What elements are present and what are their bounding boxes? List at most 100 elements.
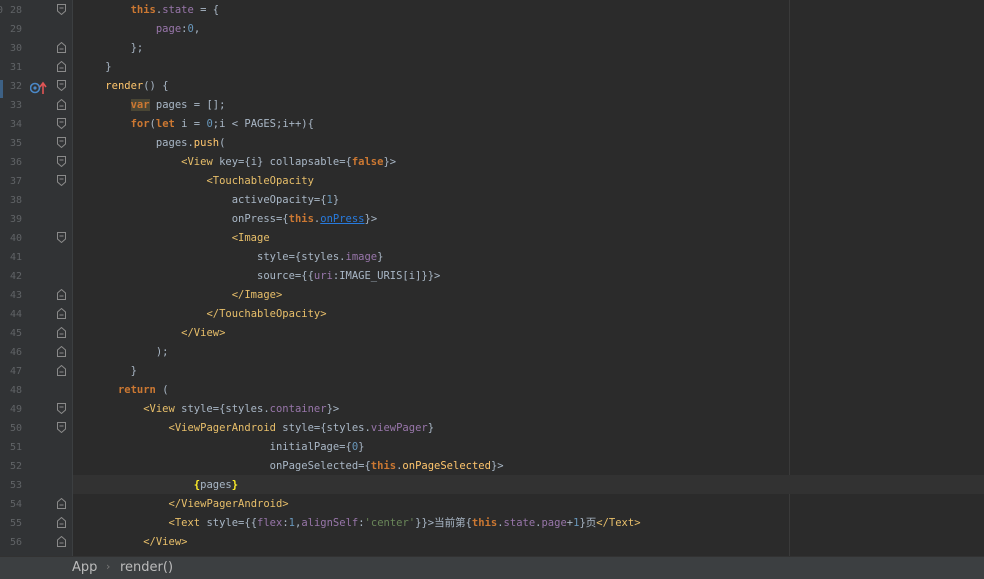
code-token: }>	[326, 403, 340, 415]
code-token: container	[269, 403, 327, 415]
line-number: 48	[9, 385, 22, 396]
code-token: = {	[193, 4, 220, 16]
code-line[interactable]: 37 <TouchableOpacity	[0, 172, 984, 191]
line-number: 32	[9, 81, 22, 92]
fold-open-icon[interactable]	[57, 137, 66, 148]
fold-open-icon[interactable]	[57, 156, 66, 167]
code-text: <ViewPagerAndroid style={styles.viewPage…	[80, 419, 435, 438]
code-token: var	[130, 99, 150, 111]
fold-close-icon[interactable]	[57, 346, 66, 357]
code-line[interactable]: 51 initialPage={0}	[0, 438, 984, 457]
code-token: :IMAGE_URIS[i]}}>	[332, 270, 441, 282]
code-token: pages = [];	[149, 99, 226, 111]
code-token: }页	[579, 517, 597, 529]
code-line[interactable]: 47 }	[0, 362, 984, 381]
code-line[interactable]: 41 style={styles.image}	[0, 248, 984, 267]
code-line[interactable]: 36 <View key={i} collapsable={false}>	[0, 153, 984, 172]
fold-close-icon[interactable]	[57, 61, 66, 72]
line-number: 47	[9, 366, 22, 377]
code-line[interactable]: 54 </ViewPagerAndroid>	[0, 495, 984, 514]
fold-open-icon[interactable]	[57, 422, 66, 433]
code-line[interactable]: 32 render() {	[0, 77, 984, 96]
line-number: 50	[9, 423, 22, 434]
code-line[interactable]: 44 </TouchableOpacity>	[0, 305, 984, 324]
code-token: this	[370, 460, 397, 472]
fold-close-icon[interactable]	[57, 365, 66, 376]
code-token: };	[80, 42, 144, 54]
fold-open-icon[interactable]	[57, 175, 66, 186]
code-line[interactable]: 34 for(let i = 0;i < PAGES;i++){	[0, 115, 984, 134]
code-text: <TouchableOpacity	[80, 172, 313, 191]
code-line[interactable]: 33 var pages = [];	[0, 96, 984, 115]
fold-close-icon[interactable]	[57, 327, 66, 338]
code-token: }	[427, 422, 435, 434]
code-token: );	[80, 346, 169, 358]
code-line[interactable]: 46 );	[0, 343, 984, 362]
code-line[interactable]: 29 page:0,	[0, 20, 984, 39]
breadcrumb-render[interactable]: render()	[120, 560, 173, 575]
line-number: 42	[9, 271, 22, 282]
code-text: this.state = {	[80, 1, 220, 20]
code-token: <Image	[231, 232, 270, 244]
code-line[interactable]: 30 };	[0, 39, 984, 58]
code-token: </View>	[181, 327, 226, 339]
fold-close-icon[interactable]	[57, 99, 66, 110]
breadcrumb-bar: App › render()	[0, 556, 984, 579]
fold-open-icon[interactable]	[57, 232, 66, 243]
line-number: 36	[9, 157, 22, 168]
code-line[interactable]: 45 </View>	[0, 324, 984, 343]
code-line[interactable]: 31 }	[0, 58, 984, 77]
code-line[interactable]: 55 <Text style={{flex:1,alignSelf:'cente…	[0, 514, 984, 533]
code-line[interactable]: 40 <Image	[0, 229, 984, 248]
code-token: }	[358, 441, 365, 453]
fold-open-icon[interactable]	[57, 403, 66, 414]
fold-open-icon[interactable]	[57, 118, 66, 129]
code-token: alignSelf	[301, 517, 359, 529]
fold-close-icon[interactable]	[57, 498, 66, 509]
code-line[interactable]: 42 source={{uri:IMAGE_URIS[i]}}>	[0, 267, 984, 286]
code-token: false	[351, 156, 384, 168]
code-line[interactable]: 49 <View style={styles.container}>	[0, 400, 984, 419]
line-number: 40	[9, 233, 22, 244]
code-editor[interactable]: 28 this.state = {29 page:0, 30 }; 31 } 32 r…	[0, 0, 984, 556]
code-line[interactable]: 53 {pages}	[0, 476, 984, 495]
fold-open-icon[interactable]	[57, 4, 66, 15]
code-line[interactable]: 39 onPress={this.onPress}>	[0, 210, 984, 229]
code-token: }	[231, 479, 239, 491]
line-number: 51	[9, 442, 22, 453]
code-line[interactable]: 48 return (	[0, 381, 984, 400]
line-number: 56	[9, 537, 22, 548]
code-line[interactable]: 38 activeOpacity={1}	[0, 191, 984, 210]
line-number: 46	[9, 347, 22, 358]
fold-open-icon[interactable]	[57, 80, 66, 91]
line-number: 41	[9, 252, 22, 263]
code-line[interactable]: 52 onPageSelected={this.onPageSelected}>	[0, 457, 984, 476]
fold-close-icon[interactable]	[57, 308, 66, 319]
code-line[interactable]: 28 this.state = {	[0, 1, 984, 20]
code-token: </Text>	[596, 517, 641, 529]
code-token: uri	[313, 270, 333, 282]
code-token: page	[155, 23, 182, 35]
code-line[interactable]: 35 pages.push(	[0, 134, 984, 153]
fold-close-icon[interactable]	[57, 536, 66, 547]
code-line[interactable]: 56 </View>	[0, 533, 984, 552]
code-text: page:0,	[80, 20, 200, 39]
code-token: state	[503, 517, 536, 529]
code-token: activeOpacity={	[80, 194, 327, 206]
code-token: state	[162, 4, 194, 16]
fold-close-icon[interactable]	[57, 517, 66, 528]
code-line[interactable]: 50 <ViewPagerAndroid style={styles.viewP…	[0, 419, 984, 438]
fold-close-icon[interactable]	[57, 42, 66, 53]
fold-close-icon[interactable]	[57, 289, 66, 300]
code-line[interactable]: 43 </Image>	[0, 286, 984, 305]
code-token: }	[377, 251, 384, 263]
breadcrumb-app[interactable]: App	[72, 560, 97, 575]
code-text: </View>	[80, 533, 187, 552]
